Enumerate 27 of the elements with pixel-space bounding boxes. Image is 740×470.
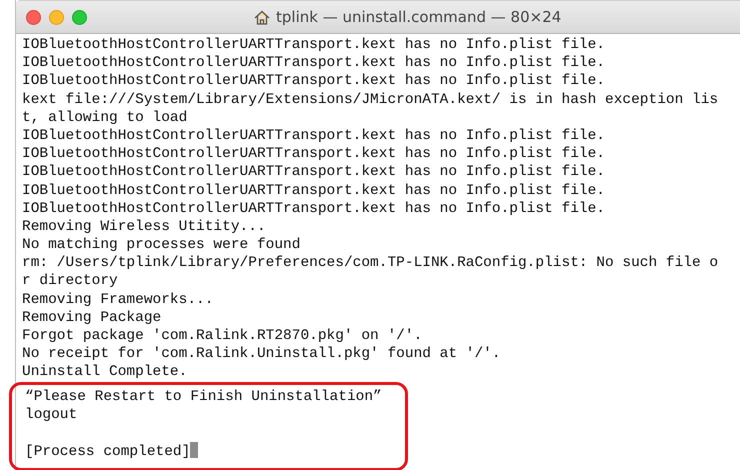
- terminal-line: IOBluetoothHostControllerUARTTransport.kext has no Info.plist file.: [22, 126, 606, 146]
- terminal-line: No matching processes were found: [22, 236, 302, 254]
- terminal-line: logout: [25, 406, 78, 424]
- terminal-line: t, allowing to load: [22, 108, 188, 127]
- terminal-line: Removing Package: [22, 308, 162, 327]
- terminal-line: No receipt for 'com.Ralink.Uninstall.pkg' found at '/'.: [22, 345, 502, 364]
- terminal-line: [Process completed]: [25, 442, 405, 460]
- minimize-button[interactable]: [49, 10, 64, 24]
- home-icon: [254, 10, 270, 24]
- terminal-line: IOBluetoothHostControllerUARTTransport.kext has no Info.plist file.: [22, 54, 606, 72]
- terminal-line: Uninstall Complete.: [22, 363, 188, 382]
- terminal-line: IOBluetoothHostControllerUARTTransport.kext has no Info.plist file.: [22, 72, 606, 91]
- zoom-button[interactable]: [72, 10, 87, 24]
- terminal-line: “Please Restart to Finish Uninstallation”: [25, 388, 383, 406]
- terminal-line: IOBluetoothHostControllerUARTTransport.kext has no Info.plist file.: [22, 200, 606, 218]
- terminal-line: Removing Wireless Utitity...: [22, 218, 267, 236]
- terminal-line: IOBluetoothHostControllerUARTTransport.kext has no Info.plist file.: [22, 163, 606, 182]
- terminal-line: rm: /Users/tplink/Library/Preferences/com.TP-LINK.RaConfig.plist: No such file o: [22, 254, 720, 272]
- terminal-line: IOBluetoothHostControllerUARTTransport.kext has no Info.plist file.: [22, 182, 606, 200]
- terminal-line: IOBluetoothHostControllerUARTTransport.kext has no Info.plist file.: [22, 145, 606, 164]
- terminal-line: kext file:///System/Library/Extensions/JMicronATA.kext/ is in hash exception lis: [22, 90, 720, 109]
- terminal-line: IOBluetoothHostControllerUARTTransport.kext has no Info.plist file.: [22, 36, 606, 54]
- terminal-line: Forgot package 'com.Ralink.RT2870.pkg' on '/'.: [22, 327, 424, 346]
- terminal-line: r directory: [22, 272, 119, 291]
- window-title: tplink — uninstall.command — 80×24: [276, 8, 562, 26]
- close-button[interactable]: [26, 10, 41, 24]
- terminal-line: Removing Frameworks...: [22, 290, 214, 309]
